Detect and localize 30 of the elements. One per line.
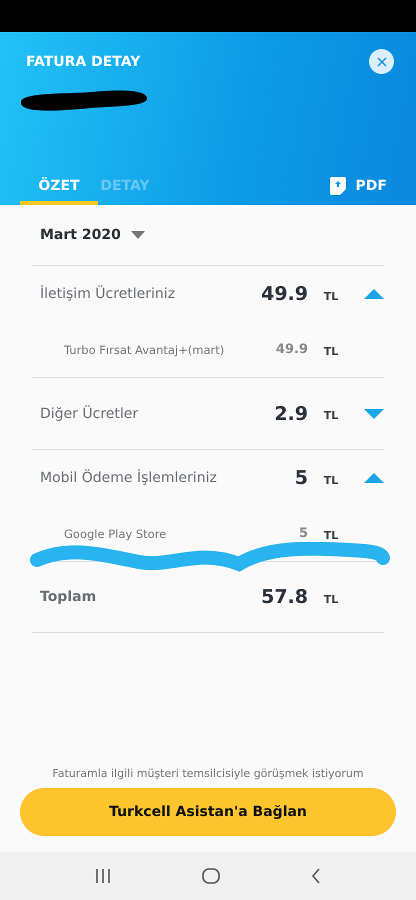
section-amount: 2.9 [273,402,308,424]
item-amount: 5 [298,526,308,541]
document-icon [330,177,346,195]
currency-label: TL [322,408,340,422]
pdf-button[interactable]: PDF [330,177,387,195]
item-amount: 49.9 [274,342,308,357]
back-icon[interactable] [310,868,321,884]
currency-label: TL [322,472,340,486]
period-dropdown[interactable]: Mart 2020 [32,205,384,266]
currency-label: TL [322,288,340,302]
currency-label: TL [322,528,340,542]
caret-icon [130,231,145,239]
currency-label: TL [322,344,340,358]
currency-label: TL [322,592,340,606]
close-icon [376,56,386,66]
page-title: FATURA DETAY [26,54,140,70]
item-label: Google Play Store [63,526,166,540]
section-amount: 49.9 [260,283,308,305]
item-label: Turbo Fırsat Avantaj+(mart) [63,342,224,356]
total-amount: 57.8 [260,586,308,608]
total-label: Toplam [40,589,96,605]
recent-apps-icon[interactable] [95,869,112,883]
home-icon[interactable] [202,868,220,884]
section-label: İletişim Ücretleriniz [40,286,176,302]
close-button[interactable] [369,49,394,74]
support-note: Faturamla ilgili müşteri temsilcisiyle görüşmek istiyorum [51,767,365,780]
connect-assistant-button[interactable]: Turkcell Asistan'a Bağlan [20,788,396,836]
section-amount: 5 [294,467,308,489]
section-label: Diğer Ücretler [40,406,138,422]
section-label: Mobil Ödeme İşlemleriniz [40,470,217,486]
